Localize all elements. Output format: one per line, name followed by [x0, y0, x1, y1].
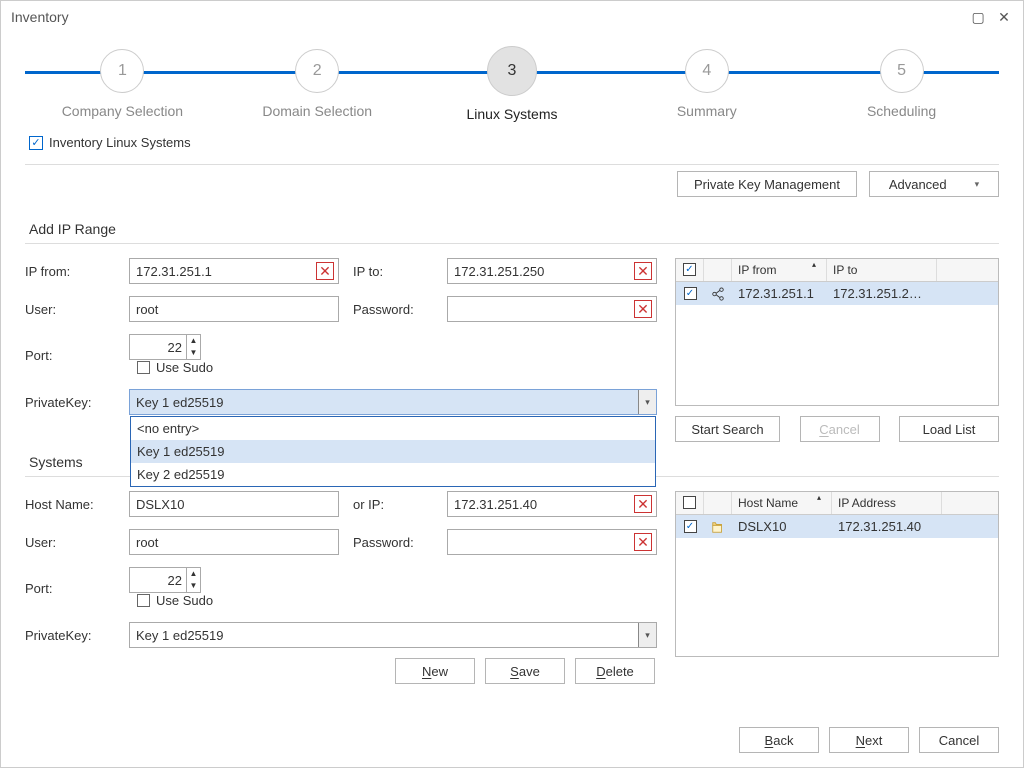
password-label: Password: [353, 302, 433, 317]
privatekey-dropdown: <no entry> Key 1 ed25519 Key 2 ed25519 [130, 416, 656, 487]
ip-range-table: ✓ IP from▴ IP to ✓ 172.31.251.1 172.31.2… [675, 258, 999, 406]
inventory-linux-label: Inventory Linux Systems [49, 135, 191, 150]
clear-icon[interactable]: ✕ [634, 495, 652, 513]
systems-table: Host Name▴ IP Address ✓ DSLX10 172.31.25… [675, 491, 999, 657]
inventory-dialog: Inventory ▢ ✕ 1 Company Selection 2 Doma… [0, 0, 1024, 768]
new-button[interactable]: New [395, 658, 475, 684]
top-button-row: Private Key Management Advanced [25, 164, 999, 211]
maximize-icon[interactable]: ▢ [969, 8, 987, 26]
window-controls: ▢ ✕ [965, 1, 1013, 33]
privatekey-label: PrivateKey: [25, 395, 115, 410]
step-company[interactable]: 1 Company Selection [25, 47, 220, 122]
pk-option-key1[interactable]: Key 1 ed25519 [131, 440, 655, 463]
port-label: Port: [25, 348, 115, 363]
col-hostname[interactable]: Host Name▴ [732, 492, 832, 514]
select-all-checkbox[interactable]: ✓ [676, 259, 704, 281]
load-list-button[interactable]: Load List [899, 416, 999, 442]
back-button[interactable]: Back [739, 727, 819, 753]
chevron-up-icon[interactable]: ▲ [187, 335, 200, 347]
sys-user-label: User: [25, 535, 115, 550]
private-key-management-button[interactable]: Private Key Management [677, 171, 857, 197]
inventory-linux-checkbox[interactable]: ✓ [29, 136, 43, 150]
hostname-input[interactable]: DSLX10 [129, 491, 339, 517]
add-ip-range-title: Add IP Range [25, 211, 999, 241]
table-row[interactable]: ✓ 172.31.251.1 172.31.251.2… [676, 282, 998, 305]
sys-port-label: Port: [25, 581, 115, 596]
clear-icon[interactable]: ✕ [634, 300, 652, 318]
chevron-up-icon[interactable]: ▲ [187, 568, 200, 580]
next-button[interactable]: Next [829, 727, 909, 753]
clear-icon[interactable]: ✕ [634, 262, 652, 280]
ip-to-label: IP to: [353, 264, 433, 279]
clear-icon[interactable]: ✕ [634, 533, 652, 551]
close-icon[interactable]: ✕ [995, 8, 1013, 26]
user-input[interactable]: root [129, 296, 339, 322]
host-icon [711, 520, 725, 534]
table-row[interactable]: ✓ DSLX10 172.31.251.40 [676, 515, 998, 538]
col-ip-address[interactable]: IP Address [832, 492, 942, 514]
cancel-search-button: Cancel [800, 416, 880, 442]
share-icon [711, 287, 725, 301]
sys-select-all-checkbox[interactable] [676, 492, 704, 514]
save-button[interactable]: Save [485, 658, 565, 684]
ip-to-input[interactable]: 172.31.251.250✕ [447, 258, 657, 284]
wizard-cancel-button[interactable]: Cancel [919, 727, 999, 753]
step-scheduling[interactable]: 5 Scheduling [804, 47, 999, 122]
titlebar: Inventory ▢ ✕ [1, 1, 1023, 33]
step-domain[interactable]: 2 Domain Selection [220, 47, 415, 122]
sys-port-stepper[interactable]: 22 ▲▼ [129, 567, 201, 593]
pk-option-none[interactable]: <no entry> [131, 417, 655, 440]
sys-user-input[interactable]: root [129, 529, 339, 555]
col-ip-from[interactable]: IP from▴ [732, 259, 827, 281]
privatekey-combo[interactable]: Key 1 ed25519 ▾ <no entry> Key 1 ed25519… [129, 389, 657, 415]
chevron-down-icon[interactable]: ▼ [187, 580, 200, 592]
step-summary[interactable]: 4 Summary [609, 47, 804, 122]
pk-option-key2[interactable]: Key 2 ed25519 [131, 463, 655, 486]
delete-button[interactable]: Delete [575, 658, 655, 684]
port-stepper[interactable]: 22 ▲▼ [129, 334, 201, 360]
window-title: Inventory [11, 1, 69, 33]
step-linux[interactable]: 3 Linux Systems [415, 47, 610, 122]
sys-password-label: Password: [353, 535, 433, 550]
use-sudo-checkbox[interactable]: Use Sudo [137, 360, 213, 375]
password-input[interactable]: ✕ [447, 296, 657, 322]
sys-password-input[interactable]: ✕ [447, 529, 657, 555]
hostname-label: Host Name: [25, 497, 115, 512]
or-ip-label: or IP: [353, 497, 433, 512]
inventory-linux-checkbox-row: ✓ Inventory Linux Systems [25, 127, 999, 164]
wizard-steps: 1 Company Selection 2 Domain Selection 3… [25, 47, 999, 121]
user-label: User: [25, 302, 115, 317]
ip-from-input[interactable]: 172.31.251.1✕ [129, 258, 339, 284]
sys-use-sudo-checkbox[interactable]: Use Sudo [137, 593, 213, 608]
wizard-footer: Back Next Cancel [739, 727, 999, 753]
advanced-button[interactable]: Advanced [869, 171, 999, 197]
col-ip-to[interactable]: IP to [827, 259, 937, 281]
row-checkbox[interactable]: ✓ [684, 520, 697, 533]
chevron-down-icon[interactable]: ▾ [638, 390, 656, 414]
ip-input[interactable]: 172.31.251.40✕ [447, 491, 657, 517]
start-search-button[interactable]: Start Search [675, 416, 780, 442]
sys-privatekey-combo[interactable]: Key 1 ed25519 ▾ [129, 622, 657, 648]
ip-from-label: IP from: [25, 264, 115, 279]
chevron-down-icon[interactable]: ▾ [638, 623, 656, 647]
sys-privatekey-label: PrivateKey: [25, 628, 115, 643]
chevron-down-icon[interactable]: ▼ [187, 347, 200, 359]
row-checkbox[interactable]: ✓ [684, 287, 697, 300]
clear-icon[interactable]: ✕ [316, 262, 334, 280]
